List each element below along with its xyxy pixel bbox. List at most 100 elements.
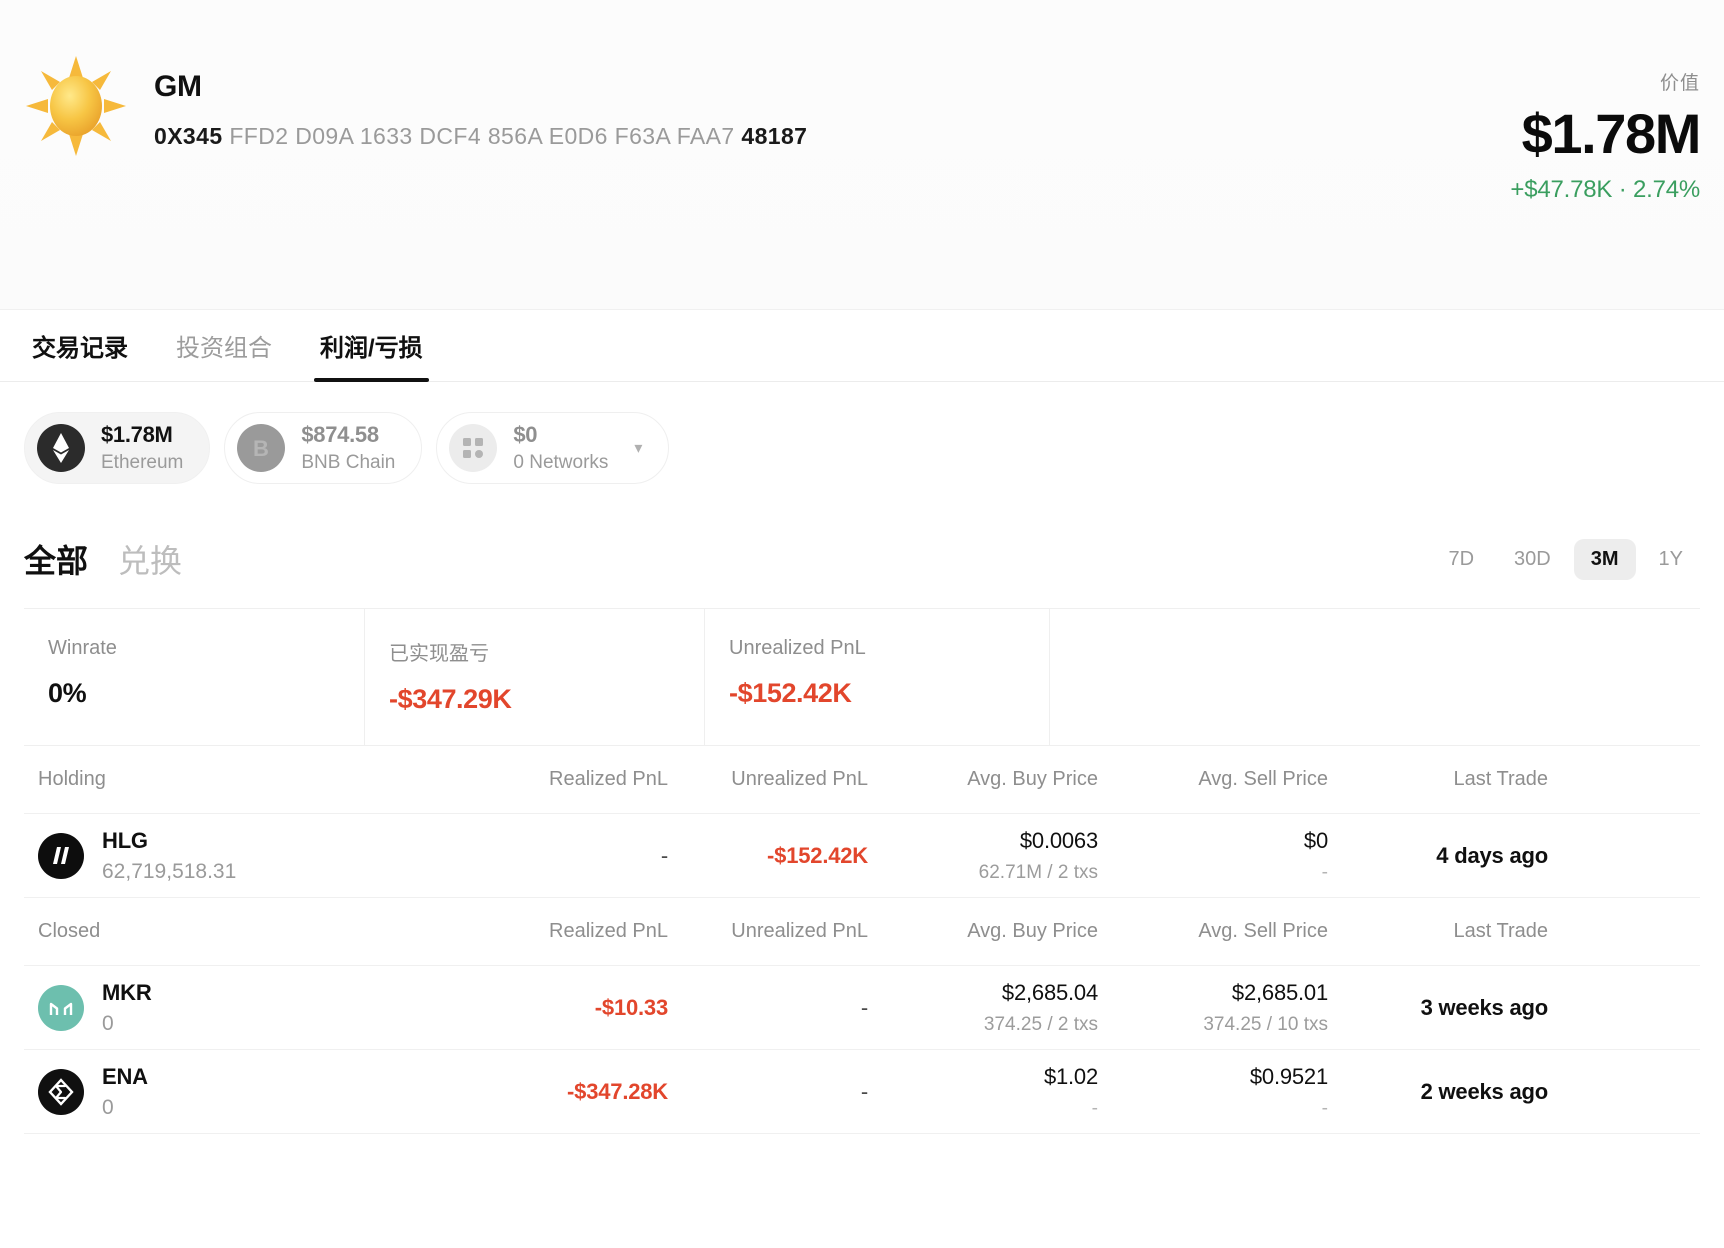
avg-buy-price-value: $1.02: [874, 1064, 1098, 1090]
unrealized-pnl-cell: -: [674, 1079, 874, 1105]
table-row[interactable]: HLG 62,719,518.31 - -$152.42K $0.0063 62…: [24, 814, 1700, 898]
ena-token-icon: [38, 1069, 84, 1115]
chip-amount: $1.78M: [101, 422, 183, 448]
avg-sell-price-value: $0: [1104, 828, 1328, 854]
token-quantity: 0: [102, 1096, 148, 1120]
portfolio-value-block: 价值 $1.78M +$47.78K · 2.74%: [1510, 52, 1700, 204]
chevron-down-icon[interactable]: ▾: [634, 438, 642, 458]
range-30d[interactable]: 30D: [1497, 539, 1568, 580]
sun-emoji-icon: [24, 54, 128, 158]
column-header-sell-price: Avg. Sell Price: [1104, 920, 1334, 943]
holding-cell: HLG 62,719,518.31: [24, 828, 494, 884]
stat-unrealized-pnl: Unrealized PnL -$152.42K: [704, 609, 1049, 745]
stat-value: -$152.42K: [729, 678, 1049, 709]
avg-sell-price-sub: 374.25 / 10 txs: [1104, 1014, 1328, 1036]
segment-all[interactable]: 全部: [24, 536, 88, 582]
chip-bnb-chain[interactable]: B $874.58 BNB Chain: [224, 412, 422, 484]
last-trade-value: 4 days ago: [1436, 843, 1548, 868]
last-trade-value: 2 weeks ago: [1421, 1079, 1548, 1104]
address-prefix: 0X345: [154, 123, 223, 149]
table-row[interactable]: ENA 0 -$347.28K - $1.02 - $0.9521 - 2 we…: [24, 1050, 1700, 1134]
mkr-token-icon: [38, 985, 84, 1031]
stat-value: 0%: [48, 678, 364, 709]
account-pnl-page: GM 0X345 FFD2 D09A 1633 DCF4 856A E0D6 F…: [0, 0, 1724, 1248]
column-header-realized: Realized PnL: [494, 768, 674, 791]
bnb-icon: B: [237, 424, 285, 472]
range-1y[interactable]: 1Y: [1642, 539, 1700, 580]
grid-networks-icon: [449, 424, 497, 472]
realized-pnl-value: -: [494, 843, 668, 869]
avg-sell-price-value: $0.9521: [1104, 1064, 1328, 1090]
section-tabs: 交易记录 投资组合 利润/亏损: [0, 310, 1724, 382]
last-trade-cell: 2 weeks ago: [1334, 1079, 1564, 1105]
token-quantity: 0: [102, 1012, 152, 1036]
chip-network-name: Ethereum: [101, 452, 183, 474]
column-header-last-trade: Last Trade: [1334, 920, 1564, 943]
chip-other-networks[interactable]: $0 0 Networks ▾: [436, 412, 669, 484]
value-delta: +$47.78K · 2.74%: [1510, 176, 1700, 204]
filter-row: 全部 兑换 7D 30D 3M 1Y: [0, 484, 1724, 608]
unrealized-pnl-cell: -$152.42K: [674, 843, 874, 869]
summary-stats: Winrate 0% 已实现盈亏 -$347.29K Unrealized Pn…: [24, 608, 1700, 746]
column-header-unrealized: Unrealized PnL: [674, 920, 874, 943]
unrealized-pnl-cell: -: [674, 995, 874, 1021]
last-trade-cell: 4 days ago: [1334, 843, 1564, 869]
avg-buy-price-sub: 374.25 / 2 txs: [874, 1014, 1098, 1036]
realized-pnl-cell: -$10.33: [494, 995, 674, 1021]
unrealized-pnl-value: -: [674, 1079, 868, 1105]
pnl-table: Holding Realized PnL Unrealized PnL Avg.…: [24, 746, 1700, 1134]
tab-portfolio[interactable]: 投资组合: [152, 328, 296, 381]
svg-text:B: B: [253, 436, 269, 461]
column-header-unrealized: Unrealized PnL: [674, 768, 874, 791]
stat-value: -$347.29K: [389, 684, 704, 715]
column-header-closed: Closed: [24, 920, 494, 943]
realized-pnl-cell: -: [494, 843, 674, 869]
type-segments: 全部 兑换: [24, 536, 182, 582]
address-suffix: 48187: [741, 123, 807, 149]
chip-amount: $874.58: [301, 422, 395, 448]
table-row[interactable]: MKR 0 -$10.33 - $2,685.04 374.25 / 2 txs…: [24, 966, 1700, 1050]
avg-buy-price-sub: -: [874, 1098, 1098, 1120]
realized-pnl-value: -$347.28K: [494, 1079, 668, 1105]
column-header-last-trade: Last Trade: [1334, 768, 1564, 791]
range-7d[interactable]: 7D: [1431, 539, 1491, 580]
avg-buy-price-cell: $2,685.04 374.25 / 2 txs: [874, 980, 1104, 1036]
segment-swap[interactable]: 兑换: [118, 536, 182, 582]
hlg-token-icon: [38, 833, 84, 879]
range-3m[interactable]: 3M: [1574, 539, 1636, 580]
holding-header-row: Holding Realized PnL Unrealized PnL Avg.…: [24, 746, 1700, 814]
avg-buy-price-cell: $0.0063 62.71M / 2 txs: [874, 828, 1104, 884]
column-header-holding: Holding: [24, 768, 494, 791]
avg-sell-price-cell: $0 -: [1104, 828, 1334, 884]
closed-header-row: Closed Realized PnL Unrealized PnL Avg. …: [24, 898, 1700, 966]
ethereum-icon: [37, 424, 85, 472]
avg-sell-price-cell: $2,685.01 374.25 / 10 txs: [1104, 980, 1334, 1036]
avg-buy-price-value: $2,685.04: [874, 980, 1098, 1006]
chip-network-name: 0 Networks: [513, 452, 608, 474]
avg-buy-price-cell: $1.02 -: [874, 1064, 1104, 1120]
realized-pnl-value: -$10.33: [494, 995, 668, 1021]
tab-profit-loss[interactable]: 利润/亏损: [296, 328, 447, 381]
avg-buy-price-value: $0.0063: [874, 828, 1098, 854]
account-identity: GM 0X345 FFD2 D09A 1633 DCF4 856A E0D6 F…: [24, 52, 807, 158]
last-trade-cell: 3 weeks ago: [1334, 995, 1564, 1021]
account-header: GM 0X345 FFD2 D09A 1633 DCF4 856A E0D6 F…: [0, 0, 1724, 310]
token-symbol: ENA: [102, 1064, 148, 1090]
chip-ethereum[interactable]: $1.78M Ethereum: [24, 412, 210, 484]
column-header-buy-price: Avg. Buy Price: [874, 920, 1104, 943]
column-header-sell-price: Avg. Sell Price: [1104, 768, 1334, 791]
value-label: 价值: [1510, 68, 1700, 95]
tab-transactions[interactable]: 交易记录: [24, 328, 152, 381]
token-quantity: 62,719,518.31: [102, 860, 236, 884]
column-header-realized: Realized PnL: [494, 920, 674, 943]
stat-winrate: Winrate 0%: [24, 609, 364, 745]
time-range-selector: 7D 30D 3M 1Y: [1431, 539, 1700, 580]
chip-amount: $0: [513, 422, 608, 448]
avg-sell-price-sub: -: [1104, 862, 1328, 884]
stat-label: 已实现盈亏: [389, 637, 704, 666]
column-header-buy-price: Avg. Buy Price: [874, 768, 1104, 791]
token-symbol: MKR: [102, 980, 152, 1006]
account-address[interactable]: 0X345 FFD2 D09A 1633 DCF4 856A E0D6 F63A…: [154, 123, 807, 150]
avg-sell-price-cell: $0.9521 -: [1104, 1064, 1334, 1120]
last-trade-value: 3 weeks ago: [1421, 995, 1548, 1020]
